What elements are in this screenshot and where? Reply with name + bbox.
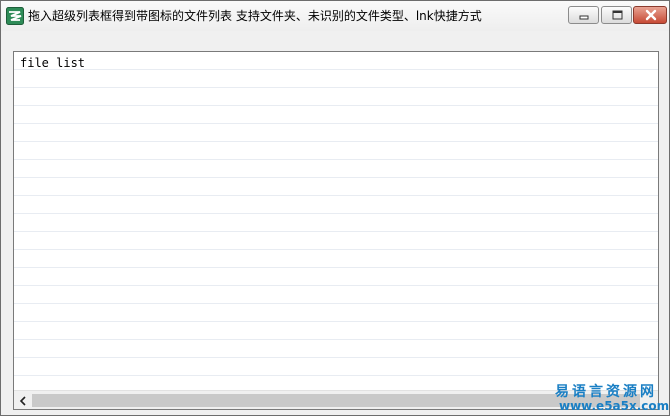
watermark: 易语言资源网 www.e5a5x.com <box>541 379 669 417</box>
list-item[interactable]: file list <box>14 52 658 70</box>
list-item[interactable] <box>14 322 658 340</box>
maximize-button[interactable] <box>601 6 632 24</box>
minimize-icon <box>579 15 589 20</box>
super-list-box[interactable]: file list <box>13 51 659 410</box>
client-area: file list <box>8 44 662 410</box>
chevron-left-icon <box>19 396 26 406</box>
main-window: 拖入超级列表框得到带图标的文件列表 支持文件夹、未识别的文件类型、lnk快捷方式… <box>0 0 670 416</box>
list-item[interactable] <box>14 70 658 88</box>
minimize-button[interactable] <box>568 6 599 24</box>
watermark-cn-text: 易语言资源网 <box>555 384 657 400</box>
list-item[interactable] <box>14 106 658 124</box>
close-icon <box>645 9 657 21</box>
list-item[interactable] <box>14 304 658 322</box>
title-bar[interactable]: 拖入超级列表框得到带图标的文件列表 支持文件夹、未识别的文件类型、lnk快捷方式 <box>1 1 669 31</box>
list-item[interactable] <box>14 214 658 232</box>
easy-language-icon[interactable] <box>6 7 24 25</box>
close-button[interactable] <box>633 6 667 24</box>
list-item[interactable] <box>14 232 658 250</box>
list-item[interactable] <box>14 286 658 304</box>
window-title: 拖入超级列表框得到带图标的文件列表 支持文件夹、未识别的文件类型、lnk快捷方式 <box>28 9 482 23</box>
list-item[interactable] <box>14 160 658 178</box>
list-item[interactable] <box>14 358 658 376</box>
list-item[interactable] <box>14 268 658 286</box>
file-list-header-text: file list <box>20 56 86 70</box>
scroll-left-button[interactable] <box>16 393 30 407</box>
list-item[interactable] <box>14 340 658 358</box>
watermark-url-text: www.e5a5x.com <box>559 399 670 413</box>
list-item[interactable] <box>14 142 658 160</box>
list-item[interactable] <box>14 196 658 214</box>
list-rows: file list <box>14 52 658 390</box>
list-item[interactable] <box>14 88 658 106</box>
list-item[interactable] <box>14 178 658 196</box>
list-item[interactable] <box>14 124 658 142</box>
list-item[interactable] <box>14 250 658 268</box>
maximize-icon <box>612 10 623 20</box>
